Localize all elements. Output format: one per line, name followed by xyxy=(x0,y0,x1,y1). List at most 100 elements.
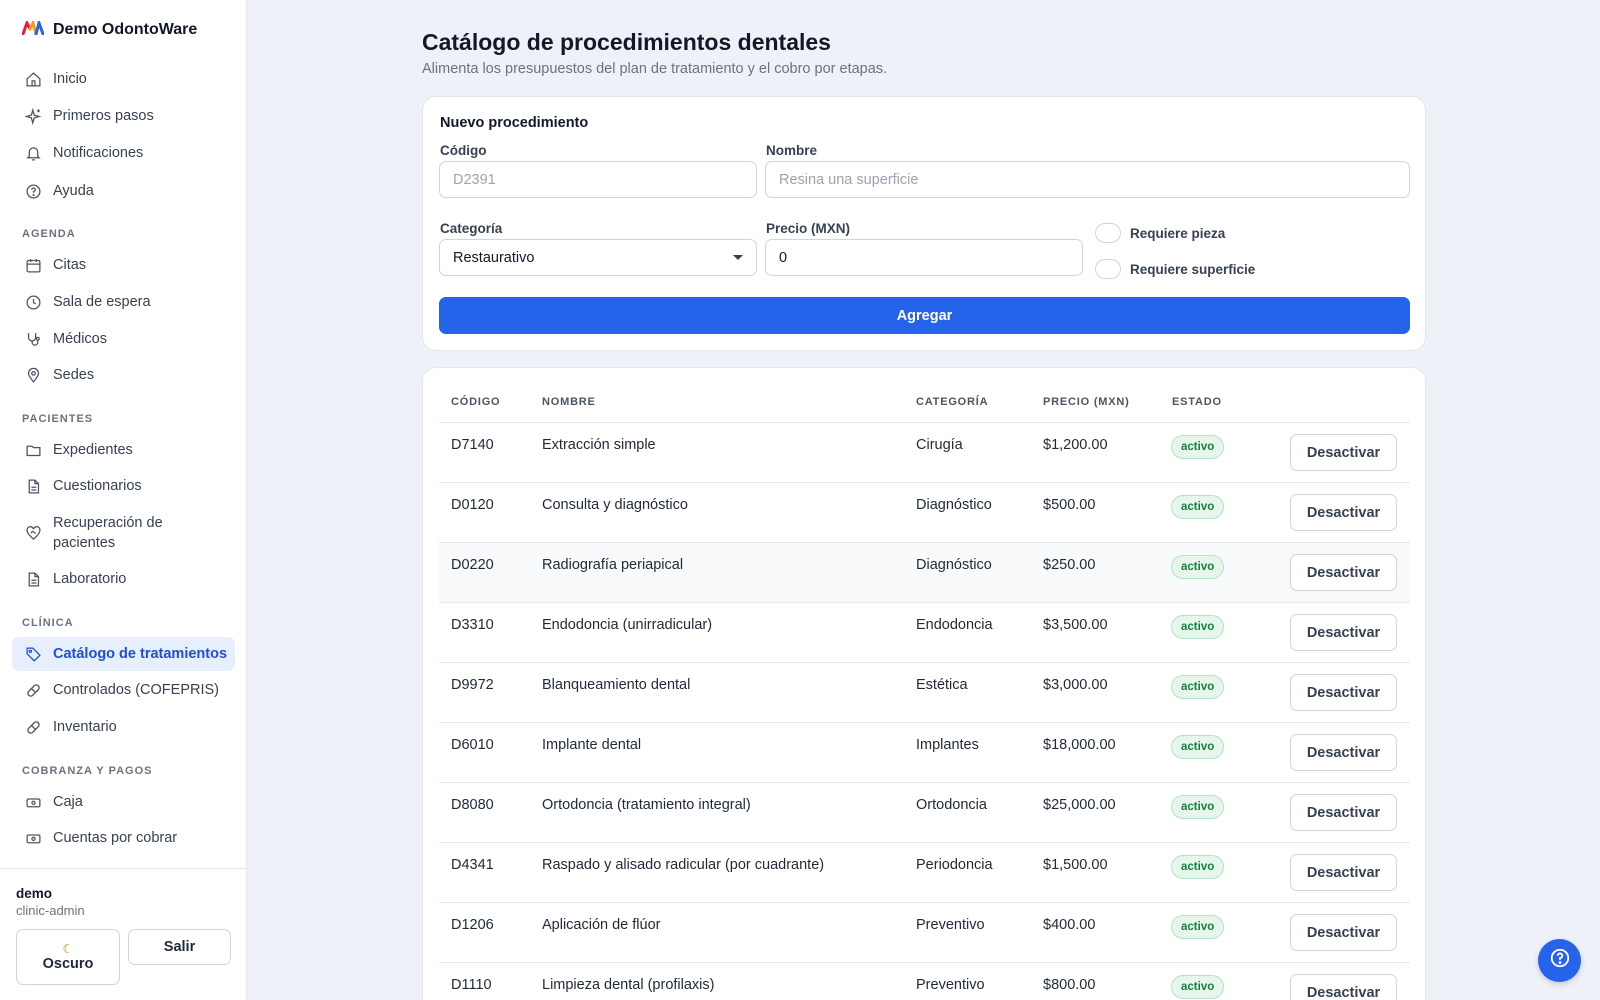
sidebar: Demo OdontoWare Inicio Primeros pasos No… xyxy=(0,0,247,1000)
cell-price: $500.00 xyxy=(1043,497,1096,513)
requires-surface-checkbox[interactable] xyxy=(1095,259,1121,279)
status-badge: activo xyxy=(1171,855,1225,879)
cell-category: Preventivo xyxy=(916,917,985,933)
requires-tooth-checkbox[interactable] xyxy=(1095,223,1121,243)
nav-label: Inicio xyxy=(53,71,87,87)
nav-item-primeros-pasos[interactable]: Primeros pasos xyxy=(12,99,235,133)
folder-icon xyxy=(24,441,42,459)
nav-label: Laboratorio xyxy=(53,571,127,587)
nav-item-ayuda[interactable]: Ayuda xyxy=(12,174,235,208)
status-badge: activo xyxy=(1171,555,1225,579)
pill-icon xyxy=(24,681,42,699)
logo-icon xyxy=(21,17,45,40)
section-clinica: CLÍNICA xyxy=(22,617,74,629)
help-button[interactable] xyxy=(1538,939,1581,982)
deactivate-button[interactable]: Desactivar xyxy=(1290,734,1397,771)
cell-price: $1,500.00 xyxy=(1043,857,1108,873)
nav-label: Catálogo de tratamientos xyxy=(53,646,228,662)
cell-price: $1,200.00 xyxy=(1043,437,1108,453)
cell-code: D1110 xyxy=(451,977,492,993)
nav-label: Recuperación de pacientes xyxy=(53,515,163,551)
nav-label: Médicos xyxy=(53,331,107,347)
deactivate-button[interactable]: Desactivar xyxy=(1290,434,1397,471)
tag-icon xyxy=(24,645,42,663)
nav-label: Citas xyxy=(53,257,87,273)
table-row: D6010 Implante dental Implantes $18,000.00 a… xyxy=(439,722,1410,782)
code-input[interactable] xyxy=(439,161,757,198)
nav-item-caja[interactable]: Caja xyxy=(12,785,235,819)
status-badge: activo xyxy=(1171,435,1225,459)
deactivate-button[interactable]: Desactivar xyxy=(1290,914,1397,951)
status-badge: activo xyxy=(1171,915,1225,939)
price-input[interactable] xyxy=(765,239,1083,276)
form-heading: Nuevo procedimiento xyxy=(440,115,589,131)
deactivate-button[interactable]: Desactivar xyxy=(1290,974,1397,1000)
logout-button[interactable]: Salir xyxy=(128,929,231,965)
column-header-category: CATEGORÍA xyxy=(916,396,989,408)
status-badge: activo xyxy=(1171,795,1225,819)
cell-name: Implante dental xyxy=(542,737,642,753)
price-label: Precio (MXN) xyxy=(766,221,851,236)
cell-price: $400.00 xyxy=(1043,917,1096,933)
cell-category: Implantes xyxy=(916,737,979,753)
cell-category: Diagnóstico xyxy=(916,557,992,573)
status-badge: activo xyxy=(1171,615,1225,639)
nav-item-medicos[interactable]: Médicos xyxy=(12,322,235,356)
cash-icon xyxy=(24,829,42,847)
nav-item-sala-de-espera[interactable]: Sala de espera xyxy=(12,285,235,319)
nav-item-catalogo-de-tratamientos[interactable]: Catálogo de tratamientos xyxy=(12,637,235,671)
stethoscope-icon xyxy=(24,330,42,348)
cell-name: Aplicación de flúor xyxy=(542,917,661,933)
requires-tooth-label: Requiere pieza xyxy=(1130,226,1226,241)
nav-item-inicio[interactable]: Inicio xyxy=(12,62,235,96)
cell-code: D4341 xyxy=(451,857,494,873)
help-circle-icon xyxy=(24,182,42,200)
nav-label: Cuentas por cobrar xyxy=(53,830,178,846)
nav-item-sedes[interactable]: Sedes xyxy=(12,358,235,392)
cell-category: Ortodoncia xyxy=(916,797,987,813)
nav-label: Notificaciones xyxy=(53,145,144,161)
nav-label: Expedientes xyxy=(53,442,133,458)
nav-item-citas[interactable]: Citas xyxy=(12,248,235,282)
nav-item-expedientes[interactable]: Expedientes xyxy=(12,433,235,467)
page-subtitle: Alimenta los presupuestos del plan de tr… xyxy=(422,61,888,77)
cell-category: Cirugía xyxy=(916,437,963,453)
nav-item-cuentas-por-cobrar[interactable]: Cuentas por cobrar xyxy=(12,821,235,855)
section-cobranza-y-pagos: COBRANZA Y PAGOS xyxy=(22,765,153,777)
nav-item-cuestionarios[interactable]: Cuestionarios xyxy=(12,469,235,503)
nav-item-notificaciones[interactable]: Notificaciones xyxy=(12,136,235,170)
deactivate-button[interactable]: Desactivar xyxy=(1290,614,1397,651)
nav-label: Ayuda xyxy=(53,183,94,199)
deactivate-button[interactable]: Desactivar xyxy=(1290,674,1397,711)
table-row: D9972 Blanqueamiento dental Estética $3,000… xyxy=(439,662,1410,722)
name-input[interactable] xyxy=(765,161,1410,198)
status-badge: activo xyxy=(1171,675,1225,699)
requires-surface-label: Requiere superficie xyxy=(1130,262,1256,277)
nav-item-inventario[interactable]: Inventario xyxy=(12,710,235,744)
status-badge: activo xyxy=(1171,975,1225,999)
table-row: D7140 Extracción simple Cirugía $1,200.00 ac… xyxy=(439,422,1410,482)
deactivate-button[interactable]: Desactivar xyxy=(1290,554,1397,591)
brand[interactable]: Demo OdontoWare xyxy=(21,17,197,41)
deactivate-button[interactable]: Desactivar xyxy=(1290,854,1397,891)
add-button[interactable]: Agregar xyxy=(439,297,1410,334)
dark-mode-button[interactable]: ☾ Oscuro xyxy=(16,929,120,985)
cell-code: D8080 xyxy=(451,797,494,813)
cell-category: Endodoncia xyxy=(916,617,993,633)
cell-code: D3310 xyxy=(451,617,494,633)
cell-code: D0220 xyxy=(451,557,494,573)
cell-price: $3,000.00 xyxy=(1043,677,1108,693)
deactivate-button[interactable]: Desactivar xyxy=(1290,494,1397,531)
procedures-table: CÓDIGO NOMBRE CATEGORÍA PRECIO (MXN) EST… xyxy=(422,367,1426,1000)
nav-item-laboratorio[interactable]: Laboratorio xyxy=(12,562,235,596)
nav-item-controlados-cofepris[interactable]: Controlados (COFEPRIS) xyxy=(12,673,235,707)
category-select[interactable]: Restaurativo xyxy=(439,239,757,276)
cell-price: $3,500.00 xyxy=(1043,617,1108,633)
map-pin-icon xyxy=(24,366,42,384)
cell-price: $250.00 xyxy=(1043,557,1096,573)
cell-code: D1206 xyxy=(451,917,494,933)
document-icon xyxy=(24,570,42,588)
deactivate-button[interactable]: Desactivar xyxy=(1290,794,1397,831)
nav-item-recuperacion-de-pacientes[interactable]: Recuperación de pacientes xyxy=(12,509,235,557)
heart-handshake-icon xyxy=(24,524,42,542)
